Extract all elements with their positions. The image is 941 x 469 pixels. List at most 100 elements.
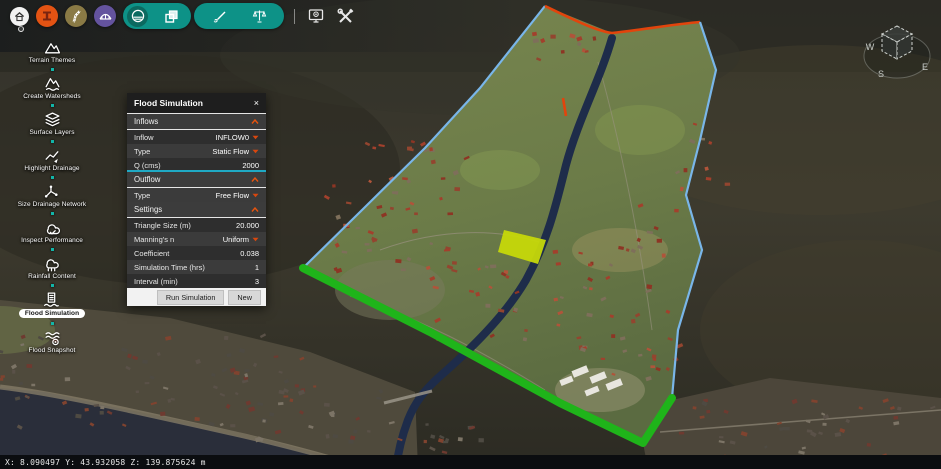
roads-tool-button[interactable] <box>65 5 87 27</box>
chevron-up-icon <box>251 177 259 182</box>
new-button[interactable]: New <box>228 290 261 305</box>
roller-tool-icon <box>41 10 53 22</box>
field-label: Coefficient <box>134 249 169 258</box>
sidebar-item-highlight-drainage[interactable]: Highlight Drainage <box>24 147 79 172</box>
section-title: Inflows <box>134 117 158 126</box>
monitor-session-button[interactable] <box>305 5 327 27</box>
row-inflow: Inflow INFLOW0 <box>127 130 266 144</box>
dropdown-caret-icon <box>252 237 259 242</box>
field-label: Type <box>134 147 150 156</box>
terrain-themes-icon <box>44 39 61 56</box>
close-icon[interactable]: × <box>254 99 259 108</box>
section-title: Settings <box>134 205 162 214</box>
toolbar-divider <box>294 9 295 24</box>
field-value-type[interactable]: Static Flow <box>212 147 259 156</box>
row-type: Type Free Flow <box>127 188 266 202</box>
sidebar-item-label: Terrain Themes <box>29 57 75 64</box>
row-interval-min: Interval (min) 3 <box>127 274 266 288</box>
watershed-tool-group <box>123 3 191 29</box>
sidebar-item-label: Highlight Drainage <box>24 165 79 172</box>
sidebar-item-create-watersheds[interactable]: Create Watersheds <box>23 75 80 100</box>
create-watersheds-icon <box>44 75 61 92</box>
field-value-coefficient[interactable]: 0.038 <box>240 249 259 258</box>
field-label: Q (cms) <box>134 161 161 170</box>
draw-button[interactable] <box>208 5 230 27</box>
sidebar: Terrain Themes Create Watersheds Surface L… <box>6 38 98 355</box>
field-label: Triangle Size (m) <box>134 221 191 230</box>
bridges-tool-button[interactable] <box>94 5 116 27</box>
sidebar-item-surface-layers[interactable]: Surface Layers <box>29 111 74 136</box>
section-header-outflow[interactable]: Outflow <box>127 172 266 188</box>
dropdown-caret-icon <box>252 149 259 154</box>
field-value-q-cms[interactable]: 2000 <box>242 161 259 170</box>
copy-layers-button[interactable] <box>160 5 182 27</box>
scales-icon <box>252 9 267 24</box>
sidebar-item-flood-snapshot[interactable]: Flood Snapshot <box>29 329 76 354</box>
sidebar-item-size-drainage-network[interactable]: Size Drainage Network <box>18 183 87 208</box>
field-label: Simulation Time (hrs) <box>134 263 205 272</box>
sidebar-item-terrain-themes[interactable]: Terrain Themes <box>29 39 75 64</box>
watershed-tool-icon <box>131 9 145 23</box>
home-button[interactable] <box>10 7 29 26</box>
row-simulation-time-hrs: Simulation Time (hrs) 1 <box>127 260 266 274</box>
compass-east[interactable]: E <box>922 62 928 72</box>
run-simulation-button[interactable]: Run Simulation <box>157 290 224 305</box>
sidebar-item-inspect-performance[interactable]: Inspect Performance <box>21 219 83 244</box>
sidebar-separator-dot <box>51 322 54 325</box>
field-patch <box>595 105 685 155</box>
field-value-inflow[interactable]: INFLOW0 <box>216 133 259 142</box>
home-icon <box>14 11 25 22</box>
panel-button-strip: Run Simulation New <box>127 288 266 306</box>
edit-tool-group <box>194 3 284 29</box>
field-value-simulation-time-hrs[interactable]: 1 <box>255 263 259 272</box>
surface-layers-icon <box>44 111 61 128</box>
sidebar-item-label: Create Watersheds <box>23 93 80 100</box>
sidebar-item-label: Rainfall Content <box>28 273 76 280</box>
roller-tool-button[interactable] <box>36 5 58 27</box>
field-label: Inflow <box>134 133 154 142</box>
sidebar-item-label: Flood Simulation <box>19 309 85 318</box>
sidebar-item-label: Inspect Performance <box>21 237 83 244</box>
size-drainage-network-icon <box>43 183 60 200</box>
sidebar-item-label: Flood Snapshot <box>29 347 76 354</box>
row-type: Type Static Flow <box>127 144 266 158</box>
sidebar-separator-dot <box>51 140 54 143</box>
section-title: Outflow <box>134 175 160 184</box>
flood-snapshot-icon <box>44 329 61 346</box>
section-header-inflows[interactable]: Inflows <box>127 114 266 130</box>
compass-west[interactable]: W <box>866 42 875 52</box>
watershed-tool-button[interactable] <box>127 6 148 27</box>
chevron-up-icon <box>251 207 259 212</box>
field-value-triangle-size-m[interactable]: 20.000 <box>236 221 259 230</box>
chevron-up-icon <box>251 119 259 124</box>
utilities-button[interactable] <box>334 5 356 27</box>
field-label: Type <box>134 191 150 200</box>
field-label: Interval (min) <box>134 277 178 286</box>
field-value-interval-min[interactable]: 3 <box>255 277 259 286</box>
bridges-tool-icon <box>99 10 112 23</box>
flood-simulation-icon <box>43 291 60 308</box>
compass-south[interactable]: S <box>878 69 884 79</box>
sidebar-separator-dot <box>51 248 54 251</box>
cursor-coordinates: X: 8.090497 Y: 43.932058 Z: 139.875624 m <box>5 458 206 467</box>
sidebar-separator-dot <box>51 68 54 71</box>
panel-titlebar: Flood Simulation × <box>127 93 266 114</box>
sidebar-separator-dot <box>51 212 54 215</box>
field-value-type[interactable]: Free Flow <box>216 191 259 200</box>
row-q-cms: Q (cms) 2000 <box>127 158 266 172</box>
compare-button[interactable] <box>248 5 270 27</box>
application-window: W S E <box>0 0 941 469</box>
monitor-session-icon <box>307 7 325 25</box>
section-header-settings[interactable]: Settings <box>127 202 266 218</box>
sidebar-item-label: Surface Layers <box>29 129 74 136</box>
sidebar-item-flood-simulation[interactable]: Flood Simulation <box>19 291 85 318</box>
copy-layers-icon <box>164 9 179 24</box>
rainfall-content-icon <box>43 255 60 272</box>
status-bar: X: 8.090497 Y: 43.932058 Z: 139.875624 m <box>0 455 941 469</box>
sidebar-separator-dot <box>51 284 54 287</box>
sidebar-item-rainfall-content[interactable]: Rainfall Content <box>28 255 76 280</box>
utilities-wrench-icon <box>336 7 355 26</box>
field-value-manning-s-n[interactable]: Uniform <box>223 235 259 244</box>
sidebar-separator-dot <box>51 104 54 107</box>
inspect-performance-icon <box>44 219 61 236</box>
